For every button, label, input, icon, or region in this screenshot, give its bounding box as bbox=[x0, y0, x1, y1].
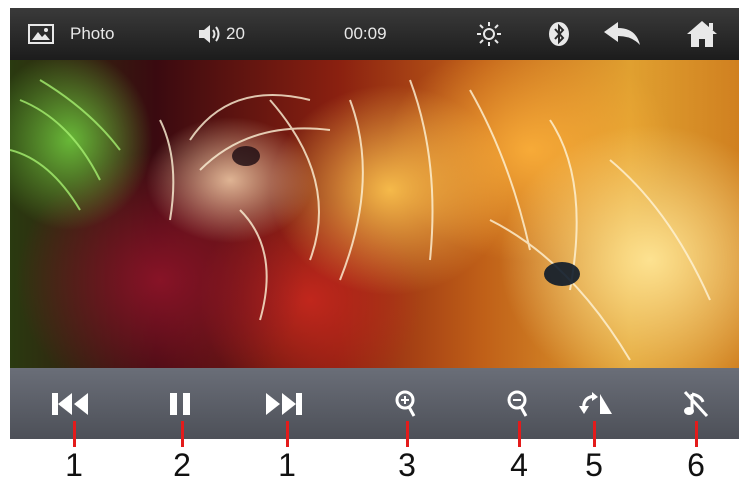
music-off-icon bbox=[683, 390, 709, 417]
callout-line bbox=[286, 421, 289, 447]
callout-number: 1 bbox=[65, 447, 83, 483]
volume-icon[interactable] bbox=[198, 8, 222, 60]
next-button[interactable] bbox=[254, 368, 314, 439]
rotate-icon bbox=[579, 391, 612, 414]
previous-button[interactable] bbox=[40, 368, 100, 439]
callout-number: 5 bbox=[585, 447, 603, 483]
zoom-out-icon bbox=[507, 390, 528, 417]
lion-image bbox=[10, 79, 711, 361]
callout-line bbox=[181, 421, 184, 447]
photo-mode-icon[interactable] bbox=[28, 8, 54, 60]
volume-value: 20 bbox=[226, 24, 245, 43]
skip-next-icon bbox=[266, 392, 302, 415]
callout-line bbox=[695, 421, 698, 447]
callout-line bbox=[73, 421, 76, 447]
callout-line bbox=[593, 421, 596, 447]
photo-display[interactable] bbox=[10, 60, 739, 368]
screen: Photo 20 00:09 bbox=[10, 8, 739, 439]
bluetooth-icon[interactable] bbox=[548, 8, 570, 60]
callout-number: 3 bbox=[398, 447, 416, 483]
home-icon[interactable] bbox=[686, 8, 718, 60]
zoom-in-icon bbox=[395, 390, 416, 417]
control-bar bbox=[10, 368, 739, 439]
time-display: 00:09 bbox=[344, 24, 387, 43]
callout-line bbox=[518, 421, 521, 447]
pause-button[interactable] bbox=[150, 368, 210, 439]
callout-number: 2 bbox=[173, 447, 191, 483]
back-icon[interactable] bbox=[602, 8, 642, 60]
brightness-icon[interactable] bbox=[476, 8, 502, 60]
callout-number: 6 bbox=[687, 447, 705, 483]
callout-line bbox=[406, 421, 409, 447]
callout-number: 1 bbox=[278, 447, 296, 483]
callout-number: 4 bbox=[510, 447, 528, 483]
status-bar: Photo 20 00:09 bbox=[10, 8, 739, 60]
skip-previous-icon bbox=[52, 392, 88, 415]
pause-icon bbox=[170, 392, 190, 415]
mode-label: Photo bbox=[70, 24, 115, 43]
rotate-button[interactable] bbox=[566, 368, 626, 439]
